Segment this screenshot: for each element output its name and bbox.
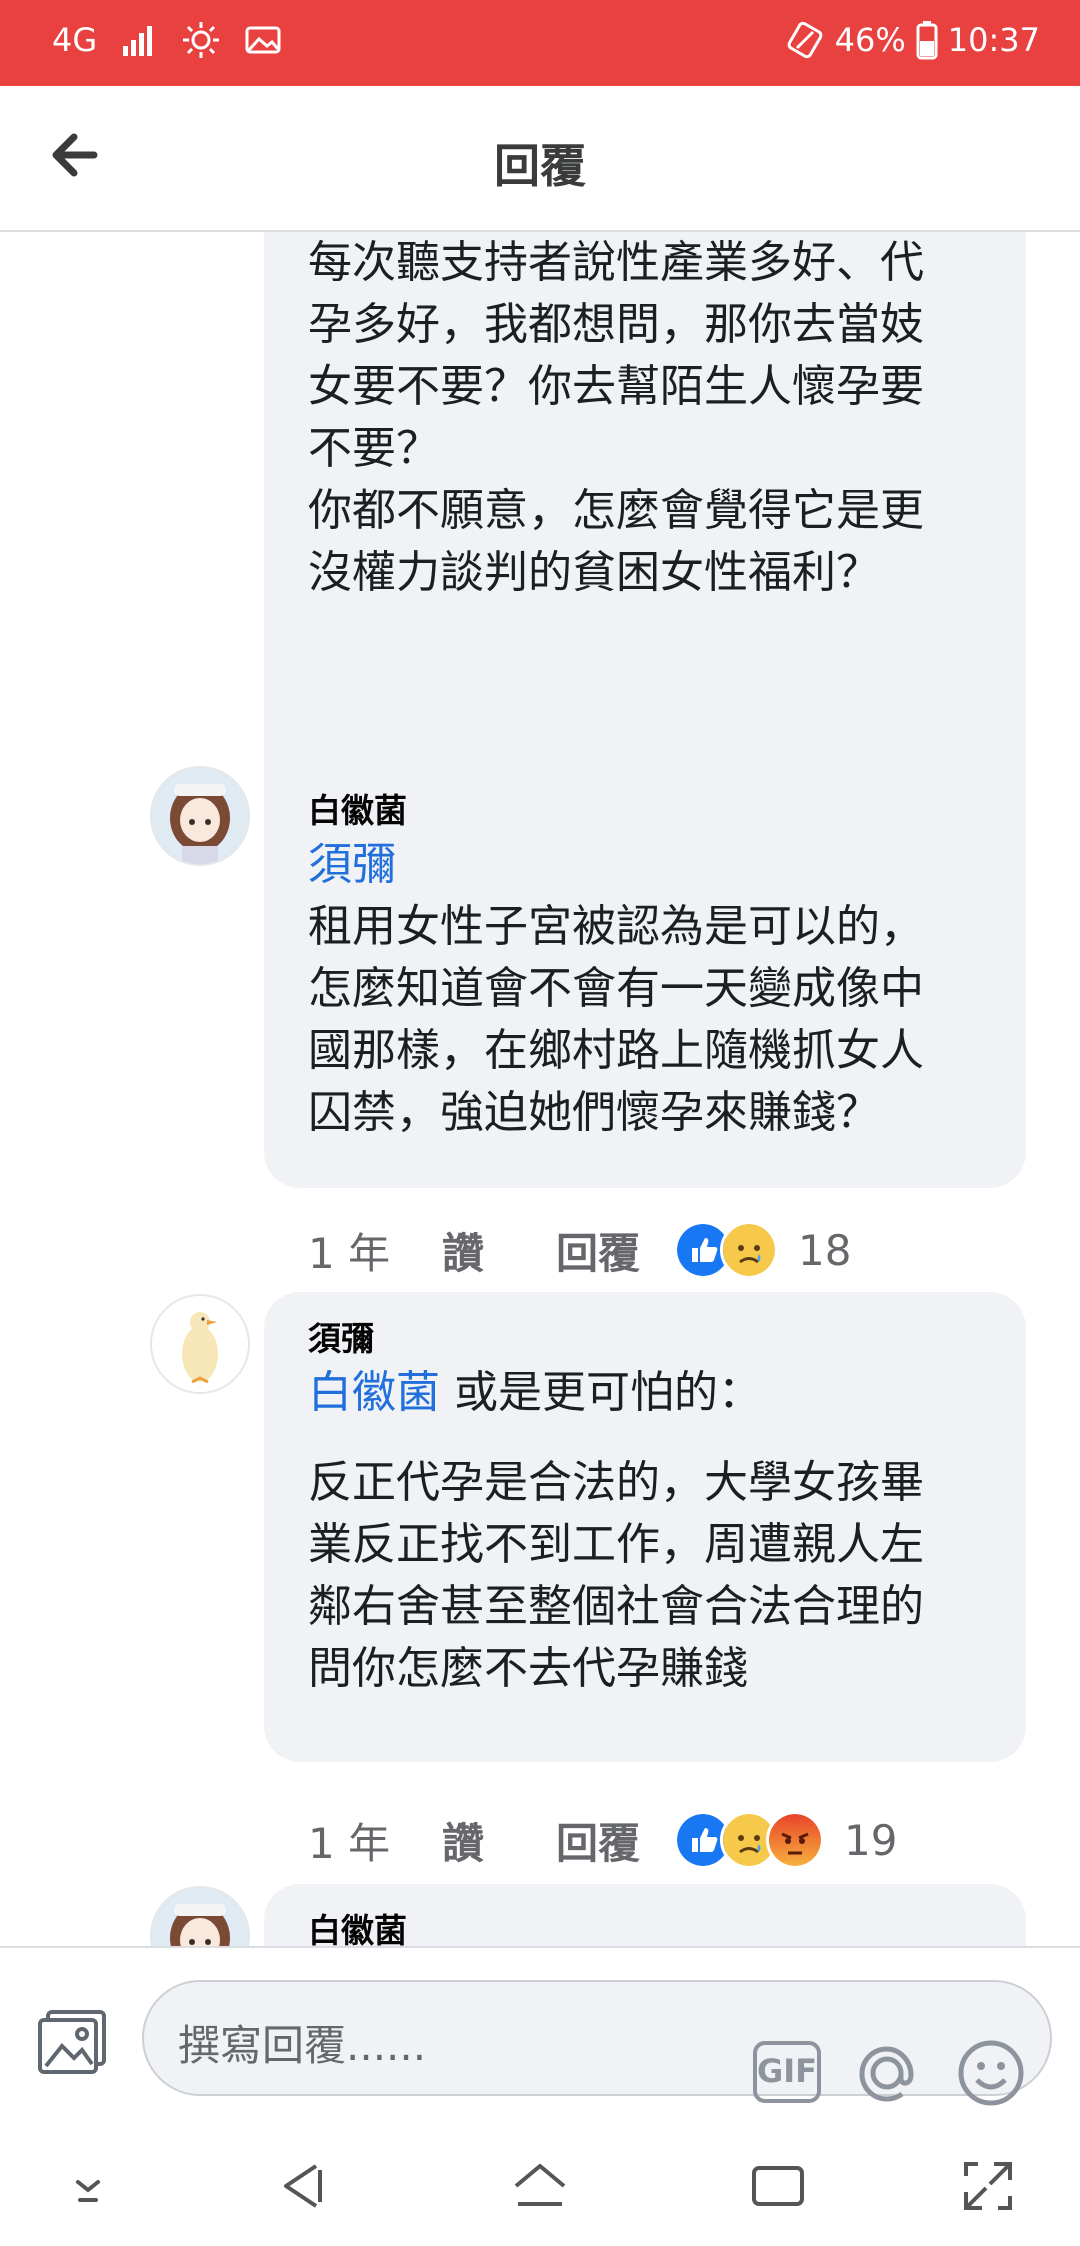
avatar[interactable] [150, 1294, 250, 1394]
reply-composer: 撰寫回覆...... GIF [0, 1946, 1080, 2120]
chevron-down-icon[interactable] [58, 2156, 118, 2216]
recents-icon[interactable] [748, 2156, 808, 2216]
comment-text: 每次聽支持者說性產業多好、代 孕多好，我都想問，那你去當妓 女要不要？你去幫陌生… [308, 237, 924, 598]
angry-reaction-icon [766, 1811, 825, 1869]
comment-feed[interactable]: 每次聽支持者說性產業多好、代 孕多好，我都想問，那你去當妓 女要不要？你去幫陌生… [0, 232, 1080, 1946]
status-bar: 4G 46% 10:37 [0, 0, 1080, 86]
gallery-icon [245, 26, 281, 54]
like-button[interactable]: 讚 [442, 1220, 556, 1281]
home-icon[interactable] [510, 2156, 570, 2216]
smile-icon[interactable] [956, 2038, 1026, 2108]
reactions[interactable] [674, 1811, 825, 1869]
reply-placeholder: 撰寫回覆...... [178, 2021, 427, 2070]
status-left: 4G [52, 20, 283, 60]
gif-icon[interactable]: GIF [752, 2040, 822, 2104]
status-right: 46% 10:37 [785, 20, 1040, 60]
clock: 10:37 [947, 21, 1040, 59]
brightness-icon [183, 22, 220, 58]
battery-percent: 46% [834, 21, 906, 59]
nfc-icon [787, 21, 823, 59]
comment-actions: 1 年 讚 回覆 18 [308, 1218, 851, 1282]
gif-label: GIF [756, 2052, 818, 2090]
at-icon[interactable] [852, 2038, 922, 2108]
comment-bubble[interactable]: 須彌 白徽菌 或是更可怕的： 反正代孕是合法的，大學女孩畢 業反正找不到工作，周… [264, 1292, 1026, 1762]
app-bar: 回覆 [0, 86, 1080, 232]
avatar-anime-girl-icon [152, 1888, 248, 1946]
page-title: 回覆 [494, 139, 586, 193]
comment-author[interactable]: 白徽菌 [308, 788, 982, 834]
avatar[interactable] [150, 766, 250, 866]
avatar-duck-icon [152, 1296, 248, 1392]
photo-icon[interactable] [36, 2008, 110, 2076]
back-icon[interactable] [272, 2156, 332, 2216]
network-label: 4G [52, 21, 98, 59]
system-nav-bar [0, 2118, 1080, 2246]
mention-link[interactable]: 白徽菌 [308, 1367, 440, 1418]
avatar-anime-girl-icon [152, 768, 248, 864]
comment-text: 反正代孕是合法的，大學女孩畢 業反正找不到工作，周遭親人左 鄰右舍甚至整個社會合… [308, 1457, 924, 1694]
comment-actions: 1 年 讚 回覆 19 [308, 1808, 897, 1872]
mention-link[interactable]: 須彌 [308, 839, 396, 890]
reply-button[interactable]: 回覆 [556, 1220, 640, 1281]
comment-author[interactable]: 須彌 [308, 1316, 982, 1362]
like-button[interactable]: 讚 [442, 1810, 556, 1871]
reply-input[interactable]: 撰寫回覆...... GIF [142, 1980, 1052, 2106]
comment-bubble[interactable]: 白徽菌 [264, 1884, 1026, 1946]
comment-author[interactable]: 白徽菌 [308, 1908, 982, 1946]
comment-time: 1 年 [308, 1228, 391, 1278]
sad-reaction-icon [720, 1221, 779, 1279]
avatar[interactable] [150, 1886, 250, 1946]
reactions[interactable] [674, 1221, 779, 1279]
signal-icon [123, 26, 153, 56]
comment-text: 租用女性子宮被認為是可以的， 怎麼知道會不會有一天變成像中 國那樣，在鄉村路上隨… [308, 901, 924, 1138]
comment-time: 1 年 [308, 1818, 391, 1868]
expand-icon[interactable] [958, 2156, 1018, 2216]
reaction-count: 19 [844, 1815, 898, 1865]
reply-button[interactable]: 回覆 [556, 1810, 640, 1871]
mention-suffix: 或是更可怕的： [440, 1367, 762, 1418]
reaction-count: 18 [798, 1225, 852, 1275]
battery-icon [916, 21, 938, 60]
comment-bubble[interactable]: 白徽菌 須彌 租用女性子宮被認為是可以的， 怎麼知道會不會有一天變成像中 國那樣… [264, 764, 1026, 1188]
